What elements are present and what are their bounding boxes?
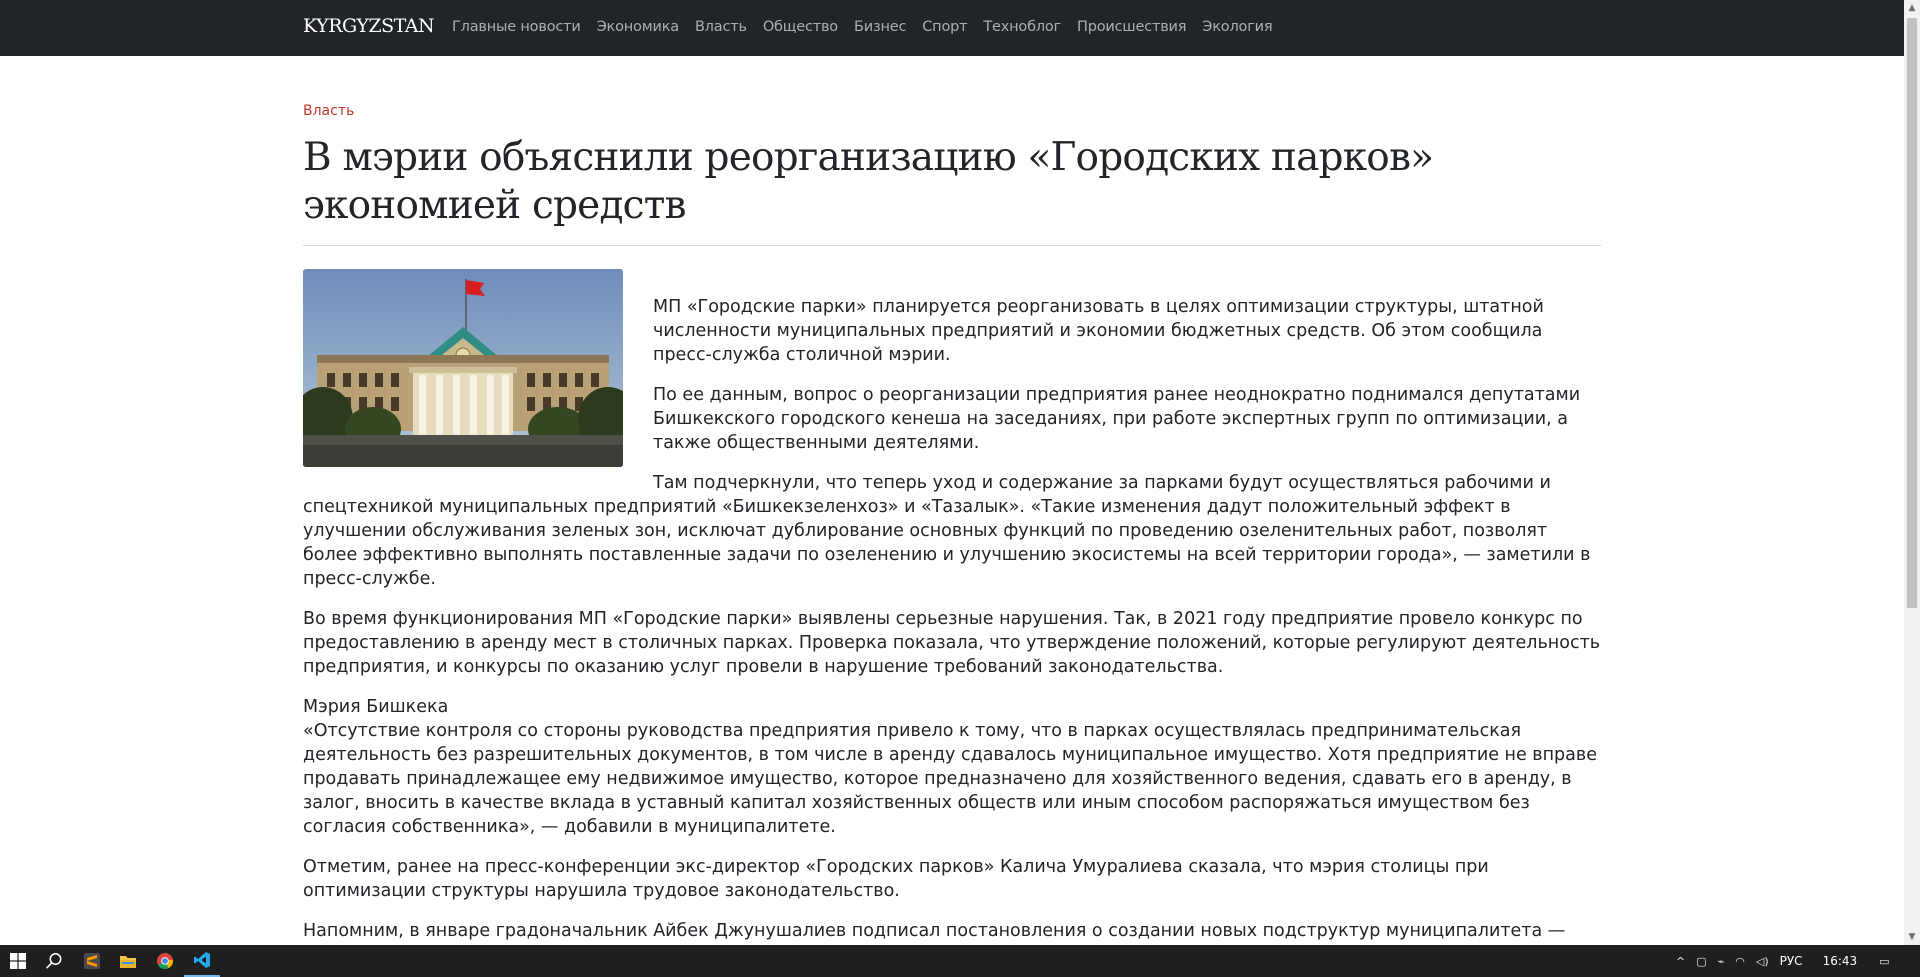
system-clock[interactable]: 16:43: [1823, 954, 1858, 968]
quote-source: Мэрия Бишкека: [303, 697, 449, 717]
wifi-icon[interactable]: ◠: [1735, 955, 1745, 968]
page-scrollbar[interactable]: ▲ ▼: [1904, 0, 1920, 945]
article-body: МП «Городские парки» планируется реорган…: [303, 263, 1601, 945]
nav-link-main-news[interactable]: Главные новости: [452, 19, 581, 35]
site-brand-link[interactable]: KYRGYZSTAN: [303, 15, 435, 37]
nav-link-ecology[interactable]: Экология: [1202, 19, 1272, 35]
meet-now-icon[interactable]: ▢: [1696, 955, 1706, 968]
nav-link-society[interactable]: Общество: [763, 19, 838, 35]
scrollbar-thumb[interactable]: [1907, 18, 1917, 608]
article-paragraph-5: Отметим, ранее на пресс-конференции экс-…: [303, 857, 1489, 901]
vscode-icon[interactable]: [184, 945, 220, 977]
article-quote-block: Мэрия Бишкека «Отсутствие контроля со ст…: [303, 695, 1601, 839]
nav-link-incidents[interactable]: Происшествия: [1077, 19, 1186, 35]
title-divider: [303, 245, 1601, 246]
article-paragraph-6: Напомним, в январе градоначальник Айбек …: [303, 921, 1566, 941]
article-category-link[interactable]: Власть: [303, 103, 354, 119]
scroll-down-arrow-icon[interactable]: ▼: [1904, 929, 1920, 945]
article: Власть В мэрии объяснили реорганизацию «…: [303, 56, 1601, 945]
input-language[interactable]: РУС: [1780, 954, 1803, 968]
file-explorer-icon[interactable]: [110, 945, 146, 977]
windows-start-icon[interactable]: [0, 945, 36, 977]
top-navbar: KYRGYZSTAN Главные новости Экономика Вла…: [0, 0, 1904, 56]
windows-taskbar: ^ ▢ ⌁ ◠ ◁) РУС 16:43 ▭: [0, 945, 1920, 977]
nav-link-sport[interactable]: Спорт: [922, 19, 967, 35]
notifications-icon[interactable]: ▭: [1879, 955, 1889, 968]
power-plug-icon[interactable]: ⌁: [1718, 955, 1725, 968]
quote-text: «Отсутствие контроля со стороны руководс…: [303, 721, 1597, 837]
chevron-up-icon[interactable]: ^: [1676, 955, 1685, 968]
nav-link-economy[interactable]: Экономика: [597, 19, 680, 35]
article-photo: [303, 269, 623, 467]
city-hall-illustration: [303, 269, 623, 467]
nav-link-techblog[interactable]: Техноблог: [983, 19, 1061, 35]
sublime-text-icon[interactable]: [74, 945, 110, 977]
chrome-icon[interactable]: [147, 945, 183, 977]
main-nav: Главные новости Экономика Власть Обществ…: [452, 19, 1273, 35]
volume-icon[interactable]: ◁): [1756, 955, 1769, 968]
scroll-up-arrow-icon[interactable]: ▲: [1904, 0, 1920, 16]
nav-link-business[interactable]: Бизнес: [854, 19, 906, 35]
article-title: В мэрии объяснили реорганизацию «Городск…: [303, 135, 1434, 228]
nav-link-power[interactable]: Власть: [695, 19, 747, 35]
article-paragraph-4: Во время функционирования МП «Городские …: [303, 609, 1601, 677]
search-icon[interactable]: [36, 945, 72, 977]
article-paragraph-3: Там подчеркнули, что теперь уход и содер…: [303, 473, 1591, 589]
